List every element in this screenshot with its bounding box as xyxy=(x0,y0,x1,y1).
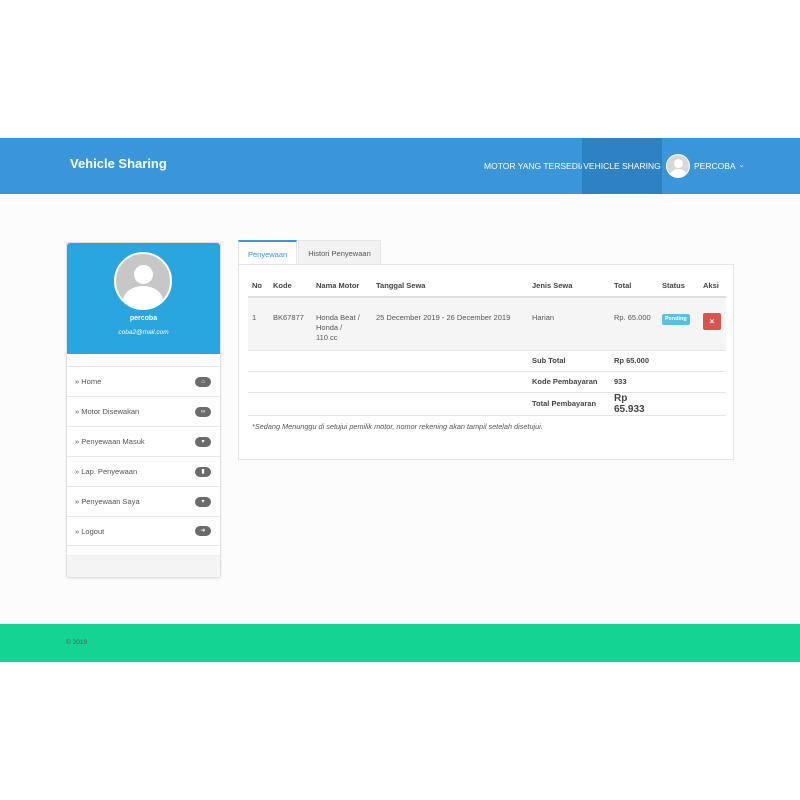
tab-histori-penyewaan[interactable]: Histori Penyewaan xyxy=(298,240,381,265)
sidebar-menu: » Home ⌂ » Motor Disewakan ∞ » Penyewaan… xyxy=(67,366,220,546)
user-menu-label: PERCOBA xyxy=(694,161,736,171)
profile-name: percoba xyxy=(129,315,158,322)
column-header: Aksi xyxy=(699,275,726,298)
total-pembayaran-label: Total Pembayaran xyxy=(528,392,610,416)
motor-cc-line: 110 cc xyxy=(316,333,338,342)
chevron-down-icon: ⌄ xyxy=(738,162,745,169)
sidebar-item-penyewaan-saya[interactable]: » Penyewaan Saya ▾ xyxy=(67,486,220,516)
sidebar-item-lap-penyewaan[interactable]: » Lap. Penyewaan ▮ xyxy=(67,456,220,486)
sidebar-item-label: » Lap. Penyewaan xyxy=(75,467,138,476)
sidebar: percoba coba2@mail.com » Home ⌂ » Motor … xyxy=(66,242,221,578)
approval-note: *Sedang Menunggu di setujui pemilik moto… xyxy=(252,422,543,431)
table-row: 1 BK67877 Honda Beat / Honda / 110 cc 25… xyxy=(248,297,726,351)
brand-logo-text[interactable]: Vehicle Sharing xyxy=(70,156,167,171)
cell-aksi: × xyxy=(699,297,726,351)
profile-email: coba2@mail.com xyxy=(118,329,169,336)
cell-kode: BK67877 xyxy=(269,297,312,351)
status-badge: Pending xyxy=(662,314,690,325)
top-navbar: Vehicle Sharing MOTOR YANG TERSEDIA VEHI… xyxy=(0,138,800,194)
total-pembayaran-value: Rp 65.933 xyxy=(610,392,658,416)
total-pembayaran-row: Total Pembayaran Rp 65.933 xyxy=(248,392,726,416)
sidebar-item-label: » Penyewaan Masuk xyxy=(75,437,145,446)
cell-status: Pending xyxy=(658,297,699,351)
footer: © 2019 xyxy=(0,624,800,662)
sidebar-item-motor-disewakan[interactable]: » Motor Disewakan ∞ xyxy=(67,396,220,426)
sidebar-item-label: » Motor Disewakan xyxy=(75,407,140,416)
column-header: Total xyxy=(610,275,658,298)
cell-total: Rp. 65.000 xyxy=(610,297,658,351)
cell-no: 1 xyxy=(248,297,269,351)
rental-panel: No Kode Nama Motor Tanggal Sewa Jenis Se… xyxy=(238,264,734,460)
profile-avatar xyxy=(114,252,172,310)
column-header: Nama Motor xyxy=(312,275,372,298)
motor-name-line: Honda Beat / xyxy=(316,313,360,322)
nav-vehicle-sharing[interactable]: VEHICLE SHARING xyxy=(582,138,662,194)
kode-pembayaran-row: Kode Pembayaran 933 xyxy=(248,371,726,393)
sidebar-item-label: » Home xyxy=(75,377,102,386)
column-header: Kode xyxy=(269,275,312,298)
column-header: No xyxy=(248,275,269,298)
sidebar-item-home[interactable]: » Home ⌂ xyxy=(67,366,220,396)
column-header: Tanggal Sewa xyxy=(372,275,528,298)
cell-nama-motor: Honda Beat / Honda / 110 cc xyxy=(312,297,372,351)
subtotal-row: Sub Total Rp 65.000 xyxy=(248,350,726,372)
user-avatar xyxy=(666,154,690,178)
subtotal-label: Sub Total xyxy=(528,350,610,372)
cart-icon: ▾ xyxy=(195,436,211,447)
sidebar-item-penyewaan-masuk[interactable]: » Penyewaan Masuk ▾ xyxy=(67,426,220,456)
column-header: Status xyxy=(658,275,699,298)
nav-motor-yang-tersedia[interactable]: MOTOR YANG TERSEDIA xyxy=(484,138,586,194)
rental-table: No Kode Nama Motor Tanggal Sewa Jenis Se… xyxy=(248,275,726,416)
user-menu[interactable]: PERCOBA ⌄ xyxy=(666,138,744,194)
subtotal-value: Rp 65.000 xyxy=(610,350,658,372)
table-header-row: No Kode Nama Motor Tanggal Sewa Jenis Se… xyxy=(248,275,726,298)
cell-jenis-sewa: Harian xyxy=(528,297,610,351)
sidebar-item-label: » Penyewaan Saya xyxy=(75,497,140,506)
kode-pembayaran-label: Kode Pembayaran xyxy=(528,371,610,393)
sidebar-footer xyxy=(67,555,220,577)
home-icon: ⌂ xyxy=(195,376,211,387)
tab-bar: Penyewaan Histori Penyewaan xyxy=(238,240,381,265)
sidebar-item-label: » Logout xyxy=(75,526,105,536)
cart-icon: ▾ xyxy=(195,496,211,507)
copyright-text: © 2019 xyxy=(66,639,88,646)
tab-penyewaan[interactable]: Penyewaan xyxy=(238,240,298,265)
document-icon: ▮ xyxy=(195,466,211,477)
cell-tanggal-sewa: 25 December 2019 - 26 December 2019 xyxy=(372,297,528,351)
profile-card: percoba coba2@mail.com xyxy=(67,243,220,354)
motorcycle-icon: ∞ xyxy=(195,406,211,417)
delete-button[interactable]: × xyxy=(703,313,721,330)
kode-pembayaran-value: 933 xyxy=(610,371,658,393)
logout-icon: ➜ xyxy=(195,526,211,536)
column-header: Jenis Sewa xyxy=(528,275,610,298)
motor-brand-line: Honda / xyxy=(316,323,343,332)
sidebar-item-logout[interactable]: » Logout ➜ xyxy=(67,516,220,546)
